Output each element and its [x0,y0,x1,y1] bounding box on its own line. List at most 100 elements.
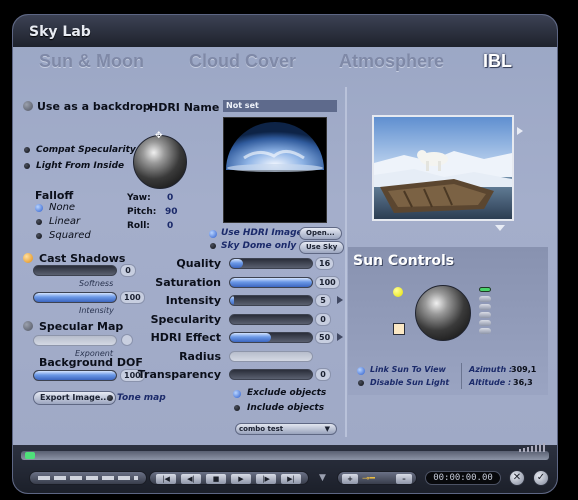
hdri-preview[interactable] [223,117,327,223]
param-value[interactable]: 100 [315,276,340,289]
ok-check-icon[interactable]: ✓ [533,470,549,486]
param-label: Radius [179,350,221,363]
param-slider[interactable] [229,369,313,380]
tab-cloud-cover[interactable]: Cloud Cover [189,51,296,72]
preview-menu-arrow-icon[interactable] [495,225,505,231]
use-sky-button[interactable]: Use Sky [299,241,345,254]
timeline-playhead[interactable] [25,452,35,459]
disable-sun-light-radio[interactable] [358,380,364,386]
param-slider-fill [230,278,312,287]
time-display[interactable]: 00:00:00.00 [425,471,501,485]
window-title: Sky Lab [13,15,557,47]
frame-ticks-bar[interactable] [29,471,147,485]
sun-controls-title: Sun Controls [353,253,455,269]
param-slider[interactable] [229,295,313,306]
param-slider-fill [230,259,244,268]
exclude-objects-label: Exclude objects [247,388,327,398]
export-image-button[interactable]: Export Image... [33,391,117,405]
add-key-button[interactable]: + [342,474,358,484]
open-button[interactable]: Open... [299,227,342,240]
param-value[interactable]: 0 [315,313,331,326]
sun-position-ball[interactable] [415,285,471,341]
compat-specularity-toggle[interactable] [24,147,30,153]
first-frame-button[interactable]: |◀ [156,474,176,484]
falloff-squared-label: Squared [49,230,91,241]
param-value[interactable]: 0 [315,368,331,381]
use-hdri-image-label: Use HDRI Image [221,228,303,238]
link-sun-to-view-radio[interactable] [357,367,365,375]
render-preview-image [374,117,512,219]
tab-atmosphere[interactable]: Atmosphere [339,51,444,72]
falloff-none-label: None [49,202,76,213]
azimuth-value[interactable]: 309,1 [511,365,536,374]
hdri-name-label: HDRI Name [149,101,220,114]
falloff-squared-radio[interactable] [36,233,42,239]
prev-key-button[interactable]: ◀| [181,474,201,484]
yaw-value[interactable]: 0 [167,193,173,203]
sky-dome-only-radio[interactable] [210,243,216,249]
param-expand-arrow-icon[interactable] [337,296,343,304]
cancel-close-icon[interactable]: ✕ [509,470,525,486]
timeline-scrubber[interactable] [21,451,549,460]
param-slider[interactable] [229,351,313,362]
pitch-value[interactable]: 90 [165,207,178,217]
include-objects-radio[interactable] [234,405,240,411]
param-label: Intensity [165,294,221,307]
move-cursor-icon: ✥ [155,131,163,141]
param-slider-fill [230,296,235,305]
key-controls: + ⊸━ – [337,471,417,485]
param-value[interactable]: 50 [315,331,335,344]
tab-ibl[interactable]: IBL [483,51,512,72]
include-objects-label: Include objects [247,403,325,413]
sun-color-swatch[interactable] [393,323,405,335]
exclude-objects-radio[interactable] [233,390,241,398]
sun-icon [393,287,403,297]
sky-dome-only-label: Sky Dome only [221,241,297,251]
use-backdrop-toggle[interactable] [23,101,33,111]
param-label: Transparency [137,368,221,381]
param-slider-fill [230,333,271,342]
hdri-rotation-ball[interactable] [133,135,187,189]
param-slider[interactable] [229,332,313,343]
combo-chevron-down-icon: ▼ [324,425,330,433]
param-value[interactable]: 16 [315,257,335,270]
volume-level-icon [519,437,549,452]
roll-label: Roll: [127,221,150,231]
tone-map-label: Tone map [117,393,166,403]
stop-button[interactable]: ■ [206,474,226,484]
param-slider[interactable] [229,277,313,288]
last-frame-button[interactable]: ▶| [281,474,301,484]
sun-info-divider [461,363,462,389]
remove-key-button[interactable]: – [396,474,412,484]
tone-map-toggle[interactable] [107,395,113,401]
sun-intensity-stack[interactable] [479,296,491,336]
param-expand-arrow-icon[interactable] [337,333,343,341]
light-from-inside-toggle[interactable] [24,163,30,169]
param-label: Specularity [150,313,221,326]
param-label: Quality [176,257,221,270]
tab-bar: Sun & Moon Cloud Cover Atmosphere IBL [13,51,557,81]
yaw-label: Yaw: [127,193,151,203]
altitude-value[interactable]: 36,3 [513,378,533,387]
panel-divider [345,87,347,437]
transport-menu-down-icon[interactable]: ▼ [319,473,326,483]
param-label: Saturation [155,276,221,289]
next-key-button[interactable]: |▶ [256,474,276,484]
transport-controls: |◀ ◀| ■ ▶ |▶ ▶| [149,471,309,485]
preview-expand-arrow-icon[interactable] [517,127,523,135]
param-slider[interactable] [229,258,313,269]
falloff-none-radio[interactable] [35,204,43,212]
roll-value[interactable]: 0 [167,221,173,231]
tab-sun-moon[interactable]: Sun & Moon [39,51,144,72]
combo-value: combo test [239,425,284,433]
sun-indicator-light [479,287,491,292]
use-hdri-image-radio[interactable] [209,230,217,238]
hdri-name-field[interactable]: Not set [223,100,337,112]
param-value[interactable]: 5 [315,294,331,307]
key-icon: ⊸━ [362,474,375,484]
render-preview [372,115,514,221]
play-button[interactable]: ▶ [231,474,251,484]
param-slider[interactable] [229,314,313,325]
object-combo-box[interactable]: combo test ▼ [235,423,337,435]
falloff-linear-radio[interactable] [36,219,42,225]
